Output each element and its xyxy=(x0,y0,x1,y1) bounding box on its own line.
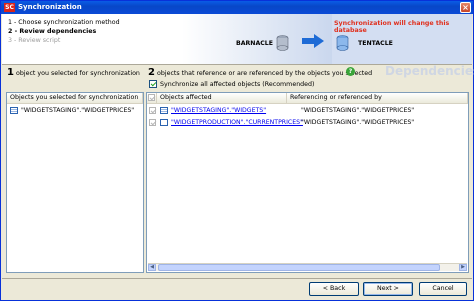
table-icon xyxy=(160,107,168,114)
referencing-object: "WIDGETSTAGING"."WIDGETPRICES" xyxy=(301,107,415,114)
list-item[interactable]: "WIDGETSTAGING"."WIDGETPRICES" xyxy=(10,105,134,116)
next-button[interactable]: Next > xyxy=(363,282,413,296)
list-item-label: "WIDGETSTAGING"."WIDGETPRICES" xyxy=(21,107,135,114)
column-header-check xyxy=(147,93,157,104)
help-icon[interactable]: ? xyxy=(346,67,355,76)
app-logo-icon: SC xyxy=(4,3,15,12)
column-header-selected[interactable]: Objects you selected for synchronization xyxy=(7,93,143,104)
divider xyxy=(2,278,472,279)
close-button[interactable]: × xyxy=(460,2,471,13)
synchronization-window: SC Synchronization × 1 - Choose synchron… xyxy=(0,0,474,301)
column-header-affected[interactable]: Objects affected xyxy=(157,93,287,104)
wizard-steps: 1 - Choose synchronization method 2 - Re… xyxy=(8,18,120,45)
row-checkbox xyxy=(149,107,156,114)
right-heading-text: objects that reference or are referenced… xyxy=(156,70,373,77)
section-title: Dependencies xyxy=(385,64,474,78)
wizard-header: 1 - Choose synchronization method 2 - Re… xyxy=(2,14,472,64)
row-checkbox xyxy=(149,119,156,126)
scroll-right-icon[interactable]: ▶ xyxy=(459,264,467,271)
sql-view-icon xyxy=(160,119,168,126)
window-title: Synchronization xyxy=(18,3,82,11)
sync-all-option[interactable]: Synchronize all affected objects (Recomm… xyxy=(149,80,315,88)
right-heading: 2 objects that reference or are referenc… xyxy=(148,67,372,78)
step-review-script: 3 - Review script xyxy=(8,37,61,44)
left-heading: 1 object you selected for synchronizatio… xyxy=(7,67,140,78)
dependencies-grid[interactable]: Objects affected Referencing or referenc… xyxy=(146,92,469,273)
referencing-object: "WIDGETSTAGING"."WIDGETPRICES" xyxy=(301,119,415,126)
table-row[interactable]: "WIDGETPRODUCTION"."CURRENTPRICES" "WIDG… xyxy=(149,117,467,128)
source-database-label: BARNACLE xyxy=(236,40,273,47)
back-button[interactable]: < Back xyxy=(309,282,359,296)
cancel-button[interactable]: Cancel xyxy=(419,282,467,296)
sync-warning: Synchronization will change this databas… xyxy=(334,20,450,34)
title-bar[interactable]: SC Synchronization × xyxy=(1,1,473,14)
selected-objects-list[interactable]: Objects you selected for synchronization… xyxy=(6,92,144,273)
sync-direction-arrow-icon xyxy=(302,34,324,48)
scroll-left-icon[interactable]: ◀ xyxy=(148,264,156,271)
sync-all-label: Synchronize all affected objects (Recomm… xyxy=(160,80,315,88)
step-review-dependencies: 2 - Review dependencies xyxy=(8,28,97,35)
database-icon xyxy=(276,35,289,51)
affected-object-link[interactable]: "WIDGETPRODUCTION"."CURRENTPRICES" xyxy=(171,117,303,128)
step-choose-method: 1 - Choose synchronization method xyxy=(8,19,120,26)
table-icon xyxy=(10,107,18,114)
horizontal-scrollbar[interactable]: ◀ ▶ xyxy=(148,263,467,271)
dependency-count: 2 xyxy=(148,67,155,78)
selected-count: 1 xyxy=(7,67,14,78)
header-checkbox xyxy=(148,94,155,101)
column-header-referencing[interactable]: Referencing or referenced by xyxy=(287,93,468,104)
affected-object-link[interactable]: "WIDGETSTAGING"."WIDGETS" xyxy=(171,105,286,116)
table-row[interactable]: "WIDGETSTAGING"."WIDGETS" "WIDGETSTAGING… xyxy=(149,105,467,116)
sync-all-checkbox[interactable] xyxy=(149,80,157,88)
left-heading-text: object you selected for synchronization xyxy=(15,70,140,77)
target-database-label: TENTACLE xyxy=(358,40,393,47)
scrollbar-thumb[interactable] xyxy=(158,264,440,271)
database-icon xyxy=(336,35,349,51)
